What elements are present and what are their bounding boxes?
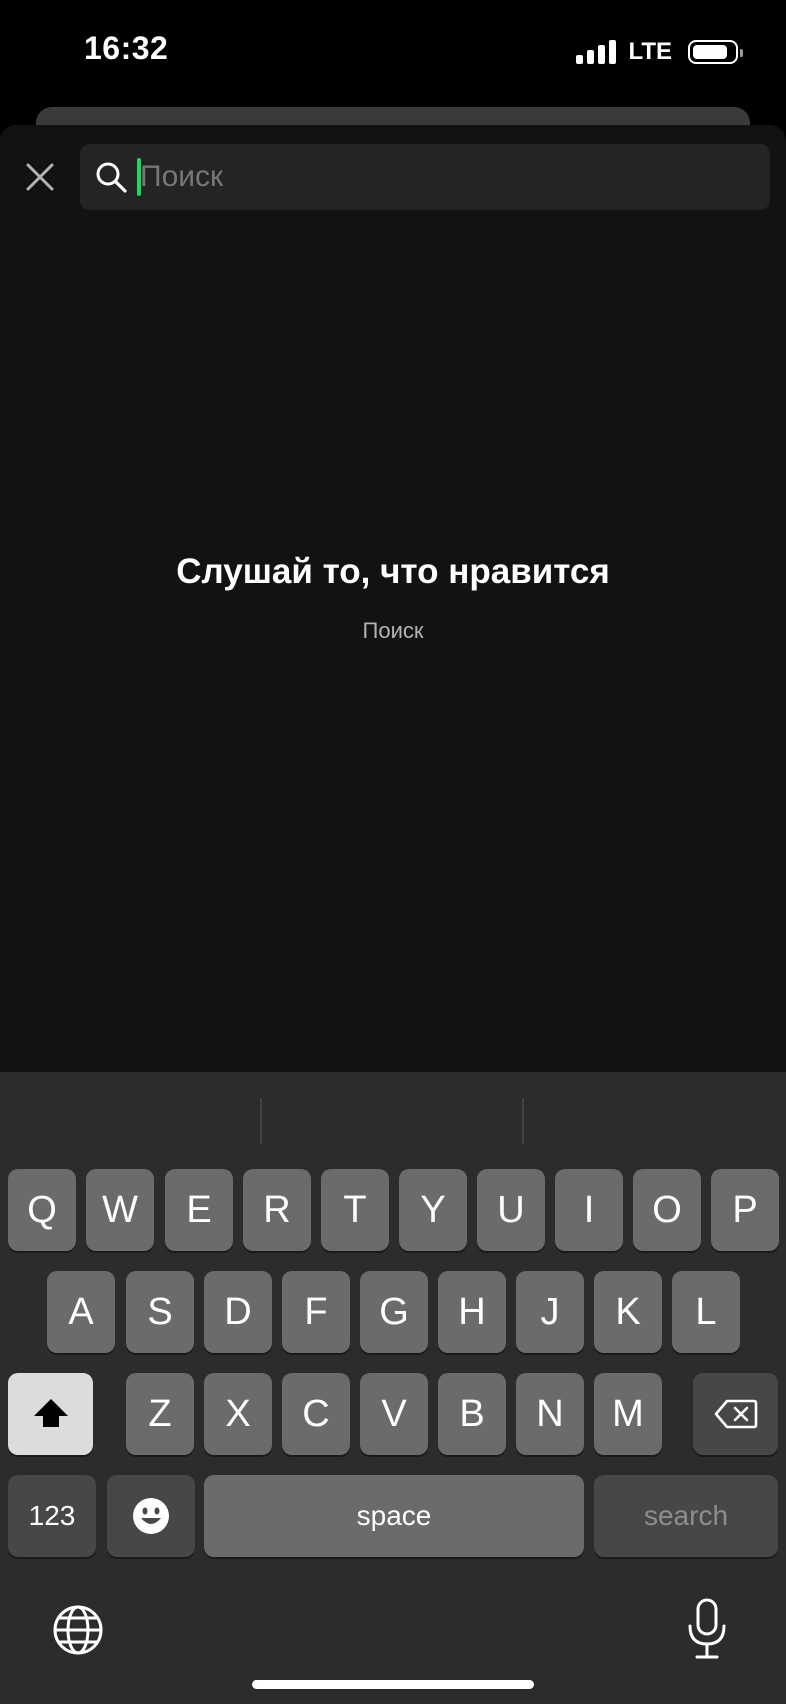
emoji-key[interactable] [107,1475,195,1557]
globe-button[interactable] [50,1602,106,1658]
empty-state-subtitle: Поиск [362,618,424,643]
globe-icon [53,1605,103,1655]
home-indicator[interactable] [252,1680,534,1689]
search-bar[interactable] [80,144,770,210]
status-indicators: LTE [576,38,743,66]
key-e[interactable]: E [165,1169,233,1251]
key-c[interactable]: C [282,1373,350,1455]
key-v[interactable]: V [360,1373,428,1455]
key-p[interactable]: P [711,1169,779,1251]
search-icon [96,162,127,193]
key-x[interactable]: X [204,1373,272,1455]
backspace-icon [714,1399,757,1429]
space-key[interactable]: space [204,1475,584,1557]
key-o[interactable]: O [633,1169,701,1251]
suggestion-divider [260,1098,262,1144]
close-button[interactable] [20,153,60,201]
key-w[interactable]: W [86,1169,154,1251]
key-f[interactable]: F [282,1271,350,1353]
key-j[interactable]: J [516,1271,584,1353]
key-y[interactable]: Y [399,1169,467,1251]
key-n[interactable]: N [516,1373,584,1455]
microphone-button[interactable] [682,1596,732,1662]
signal-icon [576,40,617,64]
key-r[interactable]: R [243,1169,311,1251]
status-time: 16:32 [84,30,169,66]
empty-state-title: Слушай то, что нравится [176,552,610,591]
key-u[interactable]: U [477,1169,545,1251]
key-t[interactable]: T [321,1169,389,1251]
status-bar: 16:32 LTE [0,0,786,108]
key-k[interactable]: K [594,1271,662,1353]
key-s[interactable]: S [126,1271,194,1353]
close-icon [26,163,54,191]
delete-key[interactable] [693,1373,778,1455]
key-g[interactable]: G [360,1271,428,1353]
numbers-key[interactable]: 123 [8,1475,96,1557]
keyboard: Q W E R T Y U I O P A S D F G H J K L Z … [0,1072,786,1704]
key-m[interactable]: M [594,1373,662,1455]
microphone-icon [688,1598,726,1659]
suggestion-divider [522,1098,524,1144]
network-label: LTE [628,38,672,65]
emoji-icon [133,1498,169,1534]
key-i[interactable]: I [555,1169,623,1251]
key-a[interactable]: A [47,1271,115,1353]
key-q[interactable]: Q [8,1169,76,1251]
shift-icon [33,1399,68,1427]
key-l[interactable]: L [672,1271,740,1353]
key-d[interactable]: D [204,1271,272,1353]
key-z[interactable]: Z [126,1373,194,1455]
search-key[interactable]: search [594,1475,778,1557]
battery-icon [688,40,743,64]
key-h[interactable]: H [438,1271,506,1353]
search-input[interactable] [140,144,740,210]
key-b[interactable]: B [438,1373,506,1455]
shift-key[interactable] [8,1373,93,1455]
